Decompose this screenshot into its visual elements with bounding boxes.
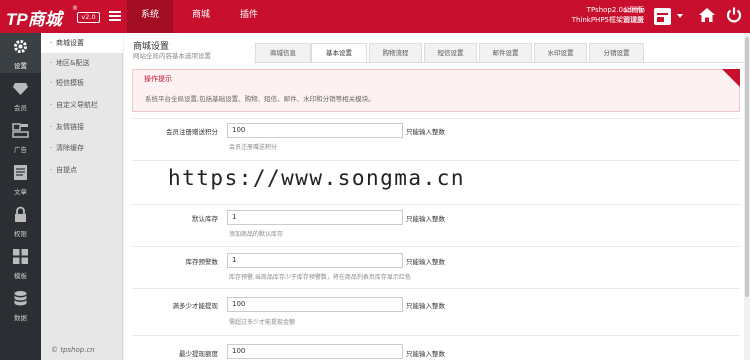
tab-mall-info[interactable]: 商城信息 xyxy=(255,43,311,63)
watermark-text: https://www.songma.cn xyxy=(164,166,470,190)
field-unit: 只能输入整数 xyxy=(406,350,445,358)
shop-subtitle: ThinkPHP5框架测试版 xyxy=(571,16,644,24)
submenu-item-pickup-points[interactable]: 自提点 xyxy=(41,160,123,180)
field-hint: 库存预警,当商品库存少于库存预警数，将在商品列表页库存显示红色 xyxy=(229,274,411,281)
chevron-down-icon[interactable] xyxy=(677,14,683,18)
user-block[interactable]: admin 管理员 xyxy=(623,5,645,25)
top-bar: TP商城 ® v2.0 系统 商城 插件 TPshop2.0公测版 ThinkP… xyxy=(0,0,750,33)
field-label: 会员注册赠送积分 xyxy=(166,128,218,136)
sidebar-label: 会员 xyxy=(14,104,27,112)
submenu-item-clear-cache[interactable]: 清除缓存 xyxy=(41,138,123,158)
sidebar-item-templates[interactable]: 模板 xyxy=(0,243,41,283)
form-row: 库存预警数 1 只能输入整数 库存预警,当商品库存少于库存预警数，将在商品列表页… xyxy=(132,246,740,288)
form-row: 默认库存 1 只能输入整数 添加商品的默认库存 xyxy=(132,204,740,246)
field-label: 默认库存 xyxy=(192,215,218,223)
tips-body: 系统平台全局设置,包括基础设置、购物、短信、邮件、水印和分销等相关模块。 xyxy=(145,95,375,103)
field-unit: 只能输入整数 xyxy=(406,215,445,223)
shop-name: TPshop2.0公测版 xyxy=(586,6,644,14)
min-withdraw-amount-input[interactable]: 100 xyxy=(227,344,403,359)
article-icon xyxy=(14,165,27,180)
submenu-item-custom-nav[interactable]: 自定义导航栏 xyxy=(41,95,123,115)
sidebar-label: 文章 xyxy=(14,188,27,196)
home-icon[interactable] xyxy=(698,6,716,24)
field-label: 最少提现额度 xyxy=(179,350,218,358)
tab-sms-settings[interactable]: 短信设置 xyxy=(424,43,477,63)
form-row: 满多少才能提现 100 只能输入整数 需超过多少才能提现金额 xyxy=(132,288,740,335)
submenu-item-region-shipping[interactable]: 地区&配送 xyxy=(41,53,123,73)
register-points-input[interactable]: 100 xyxy=(227,123,403,138)
field-unit: 只能输入整数 xyxy=(406,302,445,310)
sidebar-label: 模板 xyxy=(14,272,27,280)
default-stock-input[interactable]: 1 xyxy=(227,210,403,225)
power-icon[interactable] xyxy=(725,6,743,24)
page-subtitle: 网站全局内容基本选项设置 xyxy=(133,52,211,60)
tab-basic-settings[interactable]: 基本设置 xyxy=(311,43,367,63)
submenu-item-mall-settings[interactable]: 商城设置 xyxy=(41,33,123,53)
field-hint: 会员注册赠送积分 xyxy=(229,144,278,151)
sidebar-label: 权限 xyxy=(14,230,27,238)
field-hint: 需超过多少才能提现金额 xyxy=(229,319,296,326)
tab-email-settings[interactable]: 邮件设置 xyxy=(479,43,532,63)
scrollbar-thumb[interactable] xyxy=(745,37,749,297)
diamond-icon xyxy=(13,83,28,95)
field-hint: 添加商品的默认库存 xyxy=(229,231,284,238)
gear-icon xyxy=(14,40,27,53)
tab-shopping-flow[interactable]: 购物流程 xyxy=(369,43,422,63)
collapse-corner-icon[interactable] xyxy=(722,69,740,87)
sidebar-label: 广告 xyxy=(14,146,27,154)
main-content: 商城设置 网站全局内容基本选项设置 商城信息 基本设置 购物流程 短信设置 邮件… xyxy=(124,33,750,360)
field-unit: 只能输入整数 xyxy=(406,128,445,136)
username: admin xyxy=(623,6,645,14)
sidebar-item-members[interactable]: 会员 xyxy=(0,75,41,115)
copyright: © tpshop.cn xyxy=(51,346,95,354)
field-label: 满多少才能提现 xyxy=(172,302,219,310)
user-role: 管理员 xyxy=(623,16,644,24)
icon-sidebar: 设置 会员 广告 文章 权限 模板 数据 xyxy=(0,33,41,360)
field-label: 库存预警数 xyxy=(185,258,219,266)
min-withdraw-threshold-input[interactable]: 100 xyxy=(227,297,403,312)
sidebar-item-articles[interactable]: 文章 xyxy=(0,159,41,199)
form-row: 会员注册赠送积分 100 只能输入整数 会员注册赠送积分 xyxy=(132,118,740,160)
database-icon xyxy=(14,291,27,306)
tips-panel: 操作提示 系统平台全局设置,包括基础设置、购物、短信、邮件、水印和分销等相关模块… xyxy=(132,69,740,112)
lock-icon xyxy=(15,206,26,222)
sub-menu: 商城设置 地区&配送 短信模板 自定义导航栏 友情链接 清除缓存 自提点 © t… xyxy=(41,33,123,360)
calendar-icon[interactable] xyxy=(654,8,671,25)
submenu-item-sms-templates[interactable]: 短信模板 xyxy=(41,73,123,93)
tips-title: 操作提示 xyxy=(144,75,172,83)
sidebar-item-ads[interactable]: 广告 xyxy=(0,117,41,157)
tab-distribution-settings[interactable]: 分销设置 xyxy=(589,43,644,63)
sidebar-item-data[interactable]: 数据 xyxy=(0,285,41,325)
scrollbar[interactable] xyxy=(744,33,750,360)
sidebar-label: 设置 xyxy=(14,62,27,70)
tab-watermark-settings[interactable]: 水印设置 xyxy=(534,43,587,63)
sidebar-label: 数据 xyxy=(14,314,27,322)
stock-warning-input[interactable]: 1 xyxy=(227,253,403,268)
grid-icon xyxy=(13,249,28,264)
field-unit: 只能输入整数 xyxy=(406,258,445,266)
tab-divider xyxy=(254,62,750,63)
ad-icon xyxy=(12,123,29,138)
submenu-item-friend-links[interactable]: 友情链接 xyxy=(41,117,123,137)
sidebar-item-settings[interactable]: 设置 xyxy=(0,33,41,73)
form-row: 最少提现额度 100 只能输入整数 xyxy=(132,335,740,360)
sidebar-item-permissions[interactable]: 权限 xyxy=(0,201,41,241)
